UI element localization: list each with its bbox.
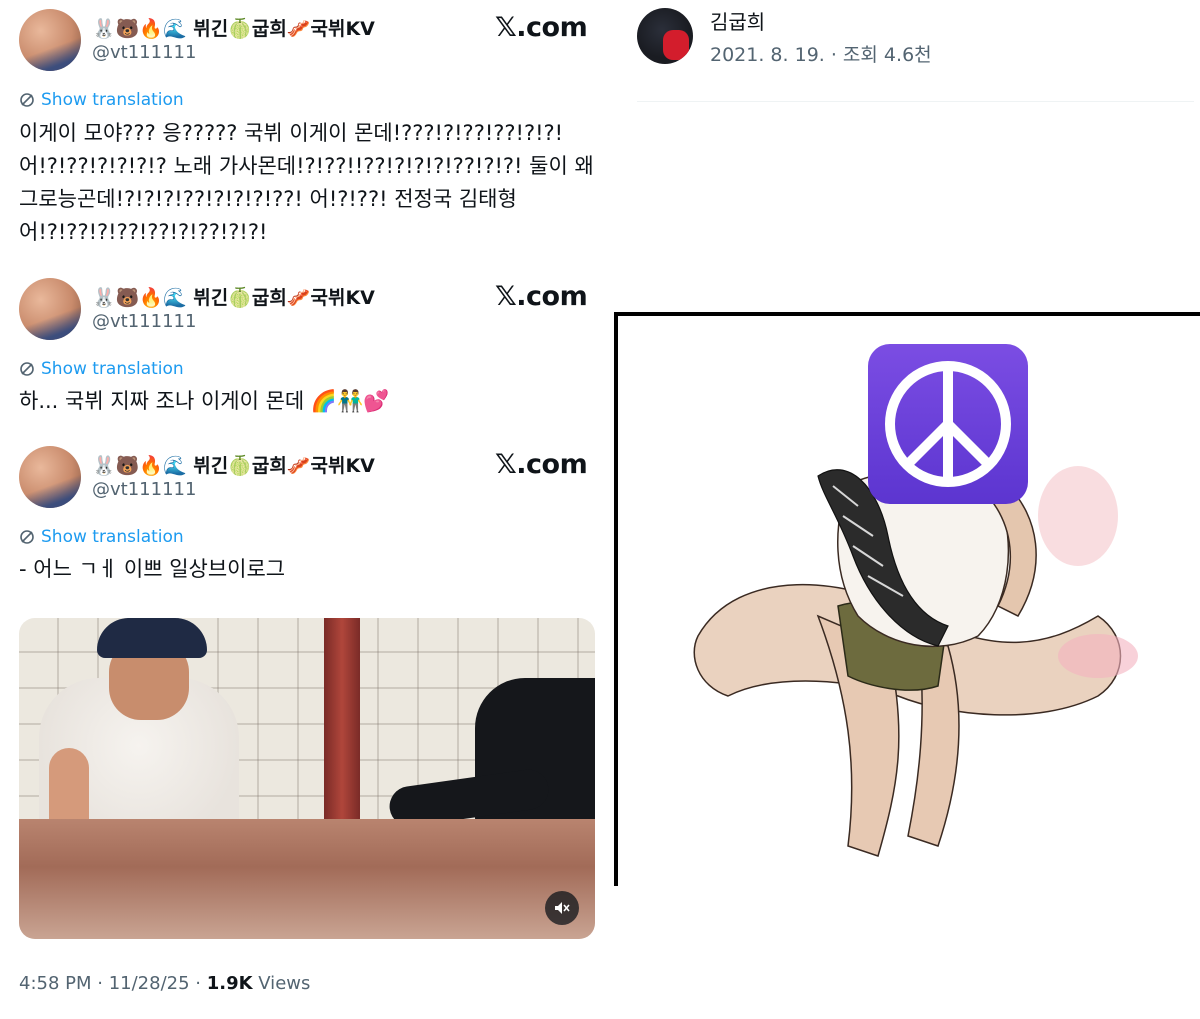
tweet-line: 어!?!??!?!??!??!?!??!?!?!: [19, 220, 268, 244]
muted-speaker-icon[interactable]: [545, 891, 579, 925]
post-date-views: 2021. 8. 19. · 조회 4.6천: [710, 44, 932, 66]
translate-globe-icon: [20, 362, 34, 376]
translate-globe-icon: [20, 530, 34, 544]
tweet-line: 이게이 모야??? 응????? 국뷔 이게이 몬데!???!?!??!??!?…: [19, 121, 564, 145]
tweet-text: - 어느 ㄱㅔ 이쁘 일상브이로그: [19, 553, 599, 586]
show-translation-link[interactable]: Show translation: [19, 90, 184, 110]
show-translation-label: Show translation: [41, 359, 184, 379]
views-label: Views: [252, 973, 311, 994]
tweet-line: 그로능곤데!?!?!?!??!?!?!?!??! 어!?!??! 전정국 김태형: [19, 187, 517, 211]
display-name[interactable]: 🐰🐻🔥🌊 뷔긴🍈굽희🥓국뷔KV: [92, 451, 375, 478]
translate-globe-icon: [20, 93, 34, 107]
illustration-frame: [614, 312, 1200, 886]
tweet-line: 어!?!??!?!?!?!? 노래 가사몬데!?!??!!??!?!?!?!??…: [19, 154, 594, 178]
video-cap-left: [97, 618, 207, 658]
tweet-timestamp[interactable]: 4:58 PM · 11/28/25 ·: [19, 973, 207, 994]
show-translation-label: Show translation: [41, 527, 184, 547]
tweet-line: - 어느 ㄱㅔ 이쁘 일상브이로그: [19, 557, 286, 581]
video-pillar: [324, 618, 360, 838]
tweet-meta: 4:58 PM · 11/28/25 · 1.9K Views: [19, 973, 310, 994]
user-avatar[interactable]: [19, 278, 81, 340]
tweet-line: 하... 국뷔 지짜 조나 이게이 몬데 🌈👬💕: [19, 389, 390, 413]
user-handle[interactable]: @vt111111: [92, 42, 196, 63]
x-com-brand: 𝕏.com: [495, 449, 588, 480]
x-com-brand: 𝕏.com: [495, 281, 588, 312]
views-count: 1.9K: [206, 973, 253, 994]
user-handle[interactable]: @vt111111: [92, 311, 196, 332]
show-translation-link[interactable]: Show translation: [19, 527, 184, 547]
author-name[interactable]: 김굽희: [710, 6, 765, 35]
author-avatar[interactable]: [637, 8, 693, 64]
divider: [637, 101, 1194, 102]
show-translation-label: Show translation: [41, 90, 184, 110]
x-com-brand: 𝕏.com: [495, 12, 588, 43]
peace-sign-icon: [868, 344, 1028, 504]
user-handle[interactable]: @vt111111: [92, 479, 196, 500]
video-table: [19, 819, 595, 939]
user-avatar[interactable]: [19, 446, 81, 508]
display-name[interactable]: 🐰🐻🔥🌊 뷔긴🍈굽희🥓국뷔KV: [92, 14, 375, 41]
show-translation-link[interactable]: Show translation: [19, 359, 184, 379]
tweet-video[interactable]: [19, 618, 595, 939]
display-name[interactable]: 🐰🐻🔥🌊 뷔긴🍈굽희🥓국뷔KV: [92, 283, 375, 310]
tweet-text: 하... 국뷔 지짜 조나 이게이 몬데 🌈👬💕: [19, 385, 599, 418]
tweet-text: 이게이 모야??? 응????? 국뷔 이게이 몬데!???!?!??!??!?…: [19, 117, 599, 249]
user-avatar[interactable]: [19, 9, 81, 71]
